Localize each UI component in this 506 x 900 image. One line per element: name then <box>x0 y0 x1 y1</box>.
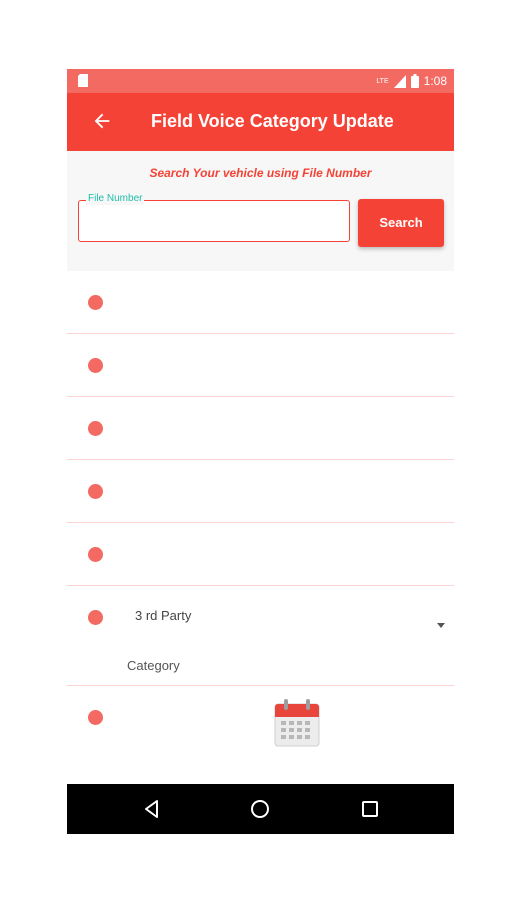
bullet-dot <box>88 547 103 562</box>
arrow-left-icon[interactable] <box>91 110 113 132</box>
phone-screen: LTE 1:08 Field Voice Category Update Sea… <box>67 69 454 834</box>
category-dropdown-value[interactable]: 3 rd Party <box>135 608 191 623</box>
bullet-dot <box>88 358 103 373</box>
signal-icon <box>393 74 406 88</box>
bullet-dot <box>88 710 103 725</box>
list-item[interactable] <box>67 523 454 586</box>
back-triangle-icon[interactable] <box>141 798 163 820</box>
list-item[interactable] <box>67 271 454 334</box>
status-bar: LTE 1:08 <box>67 69 454 93</box>
search-panel: Search Your vehicle using File Number Fi… <box>67 151 454 271</box>
file-number-field[interactable]: File Number <box>78 193 350 242</box>
app-bar: Field Voice Category Update <box>67 93 454 151</box>
recents-square-icon[interactable] <box>359 798 381 820</box>
category-row: 3 rd Party Category <box>67 586 454 686</box>
date-row <box>67 686 454 766</box>
bullet-dot <box>88 484 103 499</box>
file-number-input[interactable] <box>85 211 339 233</box>
category-label: Category <box>127 658 180 673</box>
bullet-dot <box>88 610 103 625</box>
sim-card-icon <box>78 74 88 87</box>
list-item[interactable] <box>67 397 454 460</box>
dropdown-arrow-icon[interactable] <box>437 623 445 628</box>
battery-icon <box>410 74 419 88</box>
list-item[interactable] <box>67 460 454 523</box>
status-time: 1:08 <box>423 74 447 88</box>
calendar-icon[interactable] <box>273 698 321 748</box>
navigation-bar <box>67 784 454 834</box>
list-item[interactable] <box>67 334 454 397</box>
field-list: 3 rd Party Category <box>67 271 454 766</box>
search-button[interactable]: Search <box>358 199 444 247</box>
search-hint: Search Your vehicle using File Number <box>149 166 372 180</box>
network-label: LTE <box>376 77 389 85</box>
file-number-label: File Number <box>86 193 145 205</box>
page-title: Field Voice Category Update <box>151 111 394 131</box>
status-icons: LTE 1:08 <box>376 73 447 89</box>
bullet-dot <box>88 295 103 310</box>
home-circle-icon[interactable] <box>249 798 271 820</box>
bullet-dot <box>88 421 103 436</box>
